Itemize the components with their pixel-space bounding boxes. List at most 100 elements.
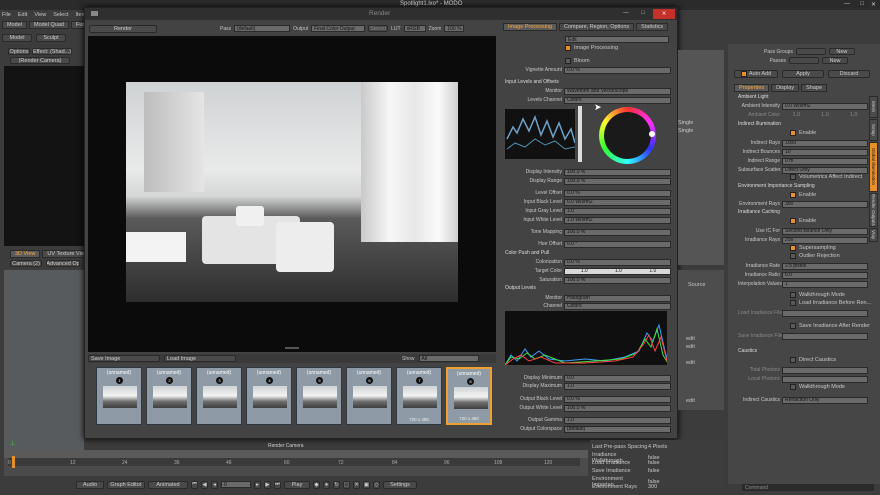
- advanced-options-button[interactable]: Advanced Op: [46, 260, 80, 267]
- edit-link[interactable]: edit: [686, 360, 695, 366]
- lut-dropdown[interactable]: sRGB: [403, 25, 426, 32]
- loop-icon[interactable]: ↻: [333, 480, 340, 489]
- thumbnail[interactable]: (unnamed) 3: [196, 367, 242, 425]
- animated-dropdown[interactable]: Animated: [148, 480, 188, 489]
- stereo-button[interactable]: Stereo: [368, 25, 389, 32]
- graph-editor-button[interactable]: Graph Editor: [107, 480, 145, 489]
- model-mode-button[interactable]: Model: [2, 34, 32, 42]
- channel-dropdown[interactable]: Colors: [564, 302, 671, 310]
- saturation-field[interactable]: 100.0 %: [564, 276, 671, 284]
- level-offset-field[interactable]: 0.0 %: [564, 189, 671, 197]
- side-tab-render-outputs[interactable]: Render Outputs: [869, 193, 878, 227]
- settings-button[interactable]: Settings: [383, 480, 417, 489]
- output-levels-section[interactable]: Output Levels: [505, 285, 536, 291]
- minimize-icon[interactable]: —: [844, 1, 850, 7]
- irr-rate-field[interactable]: 2.5 pixels: [782, 262, 868, 270]
- menu-edit[interactable]: Edit: [18, 12, 27, 18]
- levels-channel-dropdown[interactable]: Colors: [564, 96, 671, 104]
- input-black-field[interactable]: 0.0 W/srm2: [564, 198, 671, 206]
- side-tab-global-illumination[interactable]: Global Illumination: [869, 142, 878, 192]
- tab-statistics[interactable]: Statistics: [636, 23, 669, 31]
- tab-properties[interactable]: Properties: [734, 84, 770, 92]
- irr-rays-field[interactable]: 256: [782, 236, 868, 244]
- auto-add-button[interactable]: Auto Add: [734, 70, 778, 78]
- render-close-icon[interactable]: ✕: [653, 9, 675, 19]
- save-after-toggle[interactable]: Save Irradiance After Render: [790, 323, 870, 329]
- delete-key-icon[interactable]: ✕: [353, 480, 360, 489]
- indirect-caustics-dropdown[interactable]: Refraction Only: [782, 396, 868, 404]
- save-image-button[interactable]: Save Image: [88, 355, 160, 362]
- ambient-section[interactable]: Ambient Light: [738, 94, 769, 100]
- volumetrics-toggle[interactable]: Volumetrics Affect Indirect: [790, 174, 862, 180]
- record-icon[interactable]: ●: [323, 480, 330, 489]
- render-camera-button[interactable]: (Render Camera): [10, 57, 70, 64]
- edit-link[interactable]: edit: [686, 344, 695, 350]
- use-ic-dropdown[interactable]: Second Bounce Only: [782, 227, 868, 235]
- command-input[interactable]: Command: [742, 484, 874, 491]
- input-white-field[interactable]: 1.0 W/srm2: [564, 216, 671, 224]
- tab-compare-region[interactable]: Compare, Region, Options: [559, 23, 635, 31]
- menu-file[interactable]: File: [2, 12, 11, 18]
- input-gray-field[interactable]: 1.0: [564, 207, 671, 215]
- close-icon[interactable]: ✕: [871, 1, 876, 8]
- indirect-rays-field[interactable]: 1000: [782, 139, 868, 147]
- hue-handle[interactable]: [649, 131, 655, 137]
- thumbnail-selected[interactable]: (unnamed) 8 720 x 480: [446, 367, 492, 425]
- lock-icon[interactable]: ◇: [373, 480, 380, 489]
- options-button[interactable]: Options: [8, 48, 30, 55]
- passes-dropdown[interactable]: [789, 57, 819, 64]
- bottom-viewport[interactable]: ⊥: [4, 270, 84, 450]
- tab-model[interactable]: Model: [2, 21, 27, 29]
- tab-display[interactable]: Display: [771, 84, 800, 92]
- render-minimize-icon[interactable]: —: [619, 10, 633, 18]
- level-slider[interactable]: [578, 106, 582, 162]
- load-before-toggle[interactable]: Load Irradiance Before Ren...: [790, 300, 871, 306]
- display-range-field[interactable]: 100.0 %: [564, 177, 671, 185]
- side-tab-setup[interactable]: Setup: [869, 119, 878, 141]
- zoom-dropdown[interactable]: 100 %: [444, 25, 465, 32]
- frame-field[interactable]: 0: [221, 481, 251, 488]
- load-file-field[interactable]: [782, 309, 868, 317]
- tab-shape[interactable]: Shape: [801, 84, 828, 92]
- walkthrough2-toggle[interactable]: Walkthrough Mode: [790, 384, 845, 390]
- colorization-field[interactable]: 0.0 %: [564, 258, 671, 266]
- tab-image-processing[interactable]: Image Processing: [503, 23, 558, 31]
- side-tab-vray[interactable]: Vray: [869, 228, 878, 242]
- pass-groups-dropdown[interactable]: [795, 48, 826, 55]
- direct-caustics-toggle[interactable]: Direct Caustics: [790, 357, 836, 363]
- thumbnail[interactable]: (unnamed) 5: [296, 367, 342, 425]
- go-end-icon[interactable]: ⏭: [274, 480, 281, 489]
- save-file-field[interactable]: [782, 332, 868, 340]
- menu-select[interactable]: Select: [53, 12, 68, 18]
- discard-button[interactable]: Discard: [828, 70, 870, 78]
- output-white-field[interactable]: 100.0 %: [564, 404, 671, 412]
- monitor-dropdown[interactable]: Waveform and Vectorscope: [564, 87, 671, 95]
- menu-view[interactable]: View: [34, 12, 46, 18]
- maximize-icon[interactable]: □: [860, 1, 864, 7]
- total-photons-field[interactable]: [782, 366, 868, 374]
- output-colorspace-dropdown[interactable]: (default): [564, 425, 671, 433]
- thumbnail[interactable]: (unnamed) 2: [146, 367, 192, 425]
- sculpt-mode-button[interactable]: Sculpt: [36, 34, 66, 42]
- top-viewport[interactable]: [4, 66, 84, 246]
- indirect-range-field[interactable]: 0 m: [782, 157, 868, 165]
- input-levels-section[interactable]: Input Levels and Offsets: [505, 79, 559, 85]
- key-all-icon[interactable]: ⬚: [343, 480, 350, 489]
- indirect-bounces-field[interactable]: 10: [782, 148, 868, 156]
- thumbnail[interactable]: (unnamed) 7 720 x 480: [396, 367, 442, 425]
- display-min-field[interactable]: 0.0: [564, 374, 671, 382]
- audio-button[interactable]: Audio: [76, 480, 104, 489]
- bloom-checkbox[interactable]: [565, 58, 571, 64]
- output-dropdown[interactable]: Final Color Output: [311, 25, 366, 32]
- timeline[interactable]: 0 12 24 36 48 60 72 84 96 108 120: [4, 450, 588, 476]
- edit-link[interactable]: edit: [686, 398, 695, 404]
- output-black-field[interactable]: 0.0 %: [564, 395, 671, 403]
- vignette-field[interactable]: 0.0 %: [564, 66, 671, 74]
- ambient-intensity-field[interactable]: 0.0 W/srm2: [782, 102, 868, 110]
- image-processing-toggle[interactable]: Image Processing: [565, 45, 618, 51]
- irr-section[interactable]: Irradiance Caching: [738, 209, 780, 215]
- thumbnail[interactable]: (unnamed) 6: [346, 367, 392, 425]
- walkthrough-toggle[interactable]: Walkthrough Mode: [790, 292, 845, 298]
- subsurface-dropdown[interactable]: Direct Only: [782, 166, 868, 174]
- apply-button[interactable]: Apply: [782, 70, 824, 78]
